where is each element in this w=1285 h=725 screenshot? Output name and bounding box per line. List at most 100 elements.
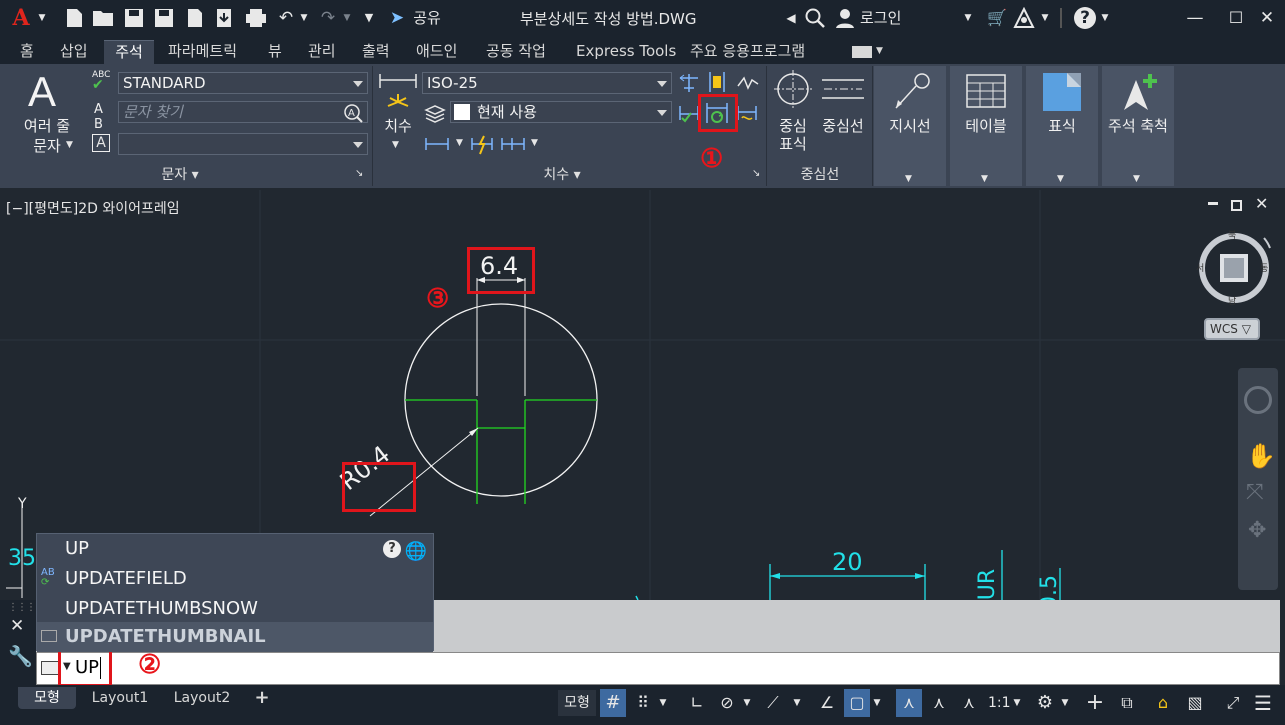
- tab-home[interactable]: 홈: [16, 40, 38, 64]
- viewport-close-icon[interactable]: ✕: [1255, 194, 1268, 213]
- text-panel-title[interactable]: 문자 ▾: [150, 164, 210, 184]
- autodesk-connect-icon[interactable]: [1013, 7, 1035, 29]
- compass-west[interactable]: 서: [1196, 261, 1204, 274]
- dim-jogged-icon[interactable]: [736, 72, 760, 94]
- units-icon[interactable]: ⧉: [1114, 689, 1140, 717]
- multiline-text-label-1[interactable]: 여러 줄: [16, 116, 78, 136]
- redo-dropdown-icon[interactable]: ▼: [342, 6, 352, 30]
- scale-dropdown-icon[interactable]: ▼: [1010, 689, 1024, 717]
- workspace-dropdown-icon[interactable]: ▼: [1058, 689, 1072, 717]
- clean-screen-icon[interactable]: ⤢: [1220, 689, 1246, 717]
- internet-search-icon[interactable]: 🌐: [405, 537, 427, 567]
- compass-east[interactable]: 동: [1260, 261, 1268, 274]
- tab-insert[interactable]: 삽입: [56, 40, 92, 64]
- table-button[interactable]: 테이블 ▼: [950, 66, 1022, 186]
- annotation-monitor-icon[interactable]: +: [1082, 689, 1108, 717]
- compass-north[interactable]: 북: [1228, 228, 1236, 241]
- ribbon-toggle-icon[interactable]: [852, 46, 872, 58]
- zoom-extents-icon[interactable]: ⤧: [1246, 480, 1264, 505]
- cloud-save-icon[interactable]: [214, 7, 234, 29]
- tab-layout1[interactable]: Layout1: [84, 687, 156, 709]
- maximize-icon[interactable]: ☐: [1223, 6, 1249, 30]
- markup-button[interactable]: 표식 ▼: [1026, 66, 1098, 186]
- annotation-scaling-button[interactable]: 주석 축척 ▼: [1102, 66, 1174, 186]
- annotation-visibility-icon[interactable]: ⋏: [896, 689, 922, 717]
- dim-layer-select[interactable]: 현재 사용: [450, 101, 672, 123]
- dim-style-select[interactable]: ISO-25: [422, 72, 672, 94]
- autocomplete-item[interactable]: UPDATETHUMBNAIL: [37, 622, 433, 652]
- save-icon[interactable]: [123, 7, 145, 29]
- help-icon[interactable]: ?: [383, 540, 401, 558]
- viewport-restore-icon[interactable]: [1231, 200, 1242, 211]
- object-snap-dropdown-icon[interactable]: ▼: [870, 689, 884, 717]
- annotation-scale-icon[interactable]: ⋏: [956, 689, 982, 717]
- command-customize-icon[interactable]: 🔧: [8, 644, 33, 668]
- tab-view[interactable]: 뷰: [264, 40, 286, 64]
- dim-baseline-icon[interactable]: [500, 134, 526, 154]
- object-snap-tracking-icon[interactable]: ∠: [814, 689, 840, 717]
- share-label[interactable]: 공유: [410, 6, 444, 30]
- leader-button[interactable]: 지시선 ▼: [874, 66, 946, 186]
- center-mark-label-1[interactable]: 중심: [772, 116, 814, 136]
- centerline-icon[interactable]: [822, 74, 864, 104]
- tab-annotate[interactable]: 주석: [104, 40, 154, 64]
- app-menu-arrow-icon[interactable]: ▼: [36, 6, 48, 30]
- text-style-icon[interactable]: A: [92, 134, 110, 152]
- steering-wheel-icon[interactable]: [1244, 386, 1272, 414]
- connect-dropdown-icon[interactable]: ▼: [1040, 6, 1050, 30]
- viewport-minimize-icon[interactable]: [1208, 202, 1218, 205]
- plot-icon[interactable]: [244, 7, 268, 29]
- open-file-icon[interactable]: [92, 8, 116, 28]
- undo-icon[interactable]: ↶: [274, 6, 298, 30]
- dim-break-icon[interactable]: [470, 134, 494, 156]
- isodraft-dropdown-icon[interactable]: ▼: [790, 689, 804, 717]
- dimension-label[interactable]: 치수: [378, 116, 418, 136]
- find-text-icon[interactable]: AB: [94, 102, 103, 132]
- centerline-label[interactable]: 중심선: [816, 116, 870, 136]
- tab-manage[interactable]: 관리: [304, 40, 340, 64]
- customize-qat-icon[interactable]: ▼: [362, 6, 376, 30]
- auto-scale-icon[interactable]: ⋏: [926, 689, 952, 717]
- redo-icon[interactable]: ↷: [316, 6, 340, 30]
- command-close-icon[interactable]: ✕: [10, 616, 24, 636]
- dim-panel-launcher-icon[interactable]: ↘: [752, 168, 760, 179]
- tab-model[interactable]: 모형: [18, 687, 76, 709]
- isodraft-icon[interactable]: ⟋: [760, 689, 786, 717]
- dimension-icon[interactable]: [378, 70, 418, 118]
- dim-bottom-text[interactable]: 20: [832, 548, 863, 576]
- center-mark-label-2[interactable]: 표식: [772, 134, 814, 154]
- command-prompt-icon[interactable]: [41, 661, 59, 675]
- text-height-select[interactable]: [118, 133, 368, 155]
- tab-express-tools[interactable]: Express Tools: [572, 40, 680, 64]
- help-dropdown-icon[interactable]: ▼: [1100, 6, 1110, 30]
- dim-continue-dropdown-icon[interactable]: ▼: [456, 138, 463, 148]
- tab-featured-apps[interactable]: 주요 응용프로그램: [686, 40, 809, 64]
- dim-panel-title[interactable]: 치수 ▾: [532, 164, 592, 184]
- tab-collaborate[interactable]: 공동 작업: [482, 40, 550, 64]
- wcs-menu[interactable]: WCS ▽: [1204, 318, 1260, 340]
- command-input-bar[interactable]: ▼ UP: [36, 652, 1280, 685]
- multiline-text-icon[interactable]: A: [28, 68, 56, 116]
- spell-check-icon[interactable]: ABC ✔: [92, 70, 110, 92]
- dim-oblique-icon[interactable]: [678, 102, 700, 124]
- web-mobile-icon[interactable]: [186, 7, 204, 29]
- search-icon[interactable]: [804, 7, 826, 29]
- compass-south[interactable]: 남: [1228, 294, 1236, 307]
- snap-icon[interactable]: ⠿: [630, 689, 656, 717]
- pan-icon[interactable]: ✋: [1246, 442, 1276, 470]
- multiline-dropdown-icon[interactable]: ▼: [66, 140, 73, 150]
- autocomplete-item[interactable]: AB ⟳ UPDATEFIELD: [37, 564, 433, 594]
- undo-dropdown-icon[interactable]: ▼: [299, 6, 309, 30]
- dim-layer-icon[interactable]: [424, 104, 446, 124]
- text-panel-launcher-icon[interactable]: ↘: [355, 168, 363, 179]
- new-file-icon[interactable]: [64, 7, 84, 29]
- ortho-icon[interactable]: ∟: [684, 689, 710, 717]
- autocomplete-item[interactable]: UPDATETHUMBSNOW: [37, 594, 433, 624]
- find-text-input[interactable]: 문자 찾기 A: [118, 101, 368, 123]
- dim-baseline-dropdown-icon[interactable]: ▼: [531, 138, 538, 148]
- login-dropdown-icon[interactable]: ▼: [962, 6, 974, 30]
- workspace-gear-icon[interactable]: ⚙: [1032, 689, 1058, 717]
- orbit-icon[interactable]: ✥: [1248, 518, 1266, 543]
- dim-space-icon[interactable]: [678, 72, 700, 94]
- center-mark-icon[interactable]: [774, 70, 812, 108]
